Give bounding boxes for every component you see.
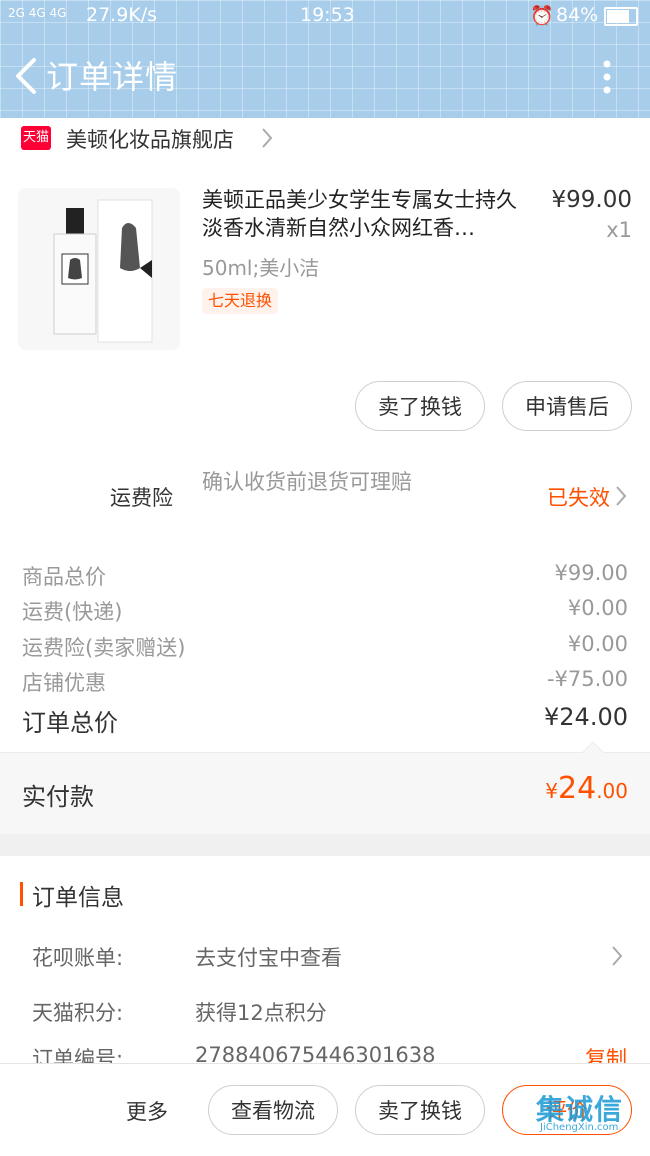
- product-price: ¥99.00: [551, 187, 632, 213]
- price-row-value: ¥0.00: [567, 632, 628, 656]
- section-accent-bar: [20, 882, 23, 906]
- battery-level: 84%: [556, 4, 599, 26]
- shop-row[interactable]: 天猫 美顿化妆品旗舰店: [0, 118, 650, 158]
- paid-decimal: .00: [596, 779, 628, 803]
- bottom-action-bar: 更多 查看物流 卖了换钱 评价 集诚信 JiChengXin.com: [0, 1063, 650, 1156]
- price-row-label: 运费险(卖家赠送): [22, 636, 186, 660]
- price-row-value: ¥99.00: [554, 561, 628, 585]
- price-row-label: 店铺优惠: [22, 671, 106, 695]
- after-sale-button[interactable]: 申请售后: [502, 381, 632, 431]
- chevron-right-icon: [616, 486, 627, 506]
- paid-amount: ¥24.00: [545, 771, 628, 806]
- perfume-bottle-image: [18, 188, 180, 350]
- more-menu-icon[interactable]: [600, 58, 614, 98]
- network-indicator: 2G 4G 4G: [8, 6, 67, 20]
- product-image[interactable]: [18, 188, 180, 350]
- sell-for-cash-button[interactable]: 卖了换钱: [355, 381, 485, 431]
- product-title[interactable]: 美顿正品美少女学生专属女士持久淡香水清新自然小众网红香…: [202, 186, 537, 242]
- header-bar: 2G 4G 4G 27.9K/s 19:53 ⏰ 84% 订单详情: [0, 0, 650, 118]
- price-row-label: 运费(快递): [22, 600, 123, 624]
- section-spacer: [0, 834, 650, 856]
- tmall-badge-icon: 天猫: [21, 126, 51, 150]
- insurance-status: 已失效: [547, 486, 610, 510]
- sell-for-cash-button-bottom[interactable]: 卖了换钱: [355, 1085, 485, 1135]
- product-sku: 50ml;美小洁: [202, 256, 320, 280]
- shipping-insurance-row[interactable]: 运费险 确认收货前退货可理赔 已失效: [0, 462, 650, 532]
- page-title: 订单详情: [46, 58, 179, 96]
- order-info-heading: 订单信息: [32, 885, 124, 911]
- chevron-right-icon[interactable]: [610, 944, 624, 968]
- paid-integer: 24: [558, 771, 597, 806]
- watermark-logo: 集诚信 JiChengXin.com: [536, 1086, 648, 1133]
- price-row-value: -¥75.00: [546, 667, 628, 691]
- status-bar: 2G 4G 4G 27.9K/s 19:53 ⏰ 84%: [0, 0, 650, 32]
- price-row-label: 商品总价: [22, 565, 106, 589]
- caret-up-icon: [581, 741, 605, 754]
- points-value: 获得12点积分: [195, 1001, 327, 1025]
- paid-amount-section: 实付款 ¥24.00: [0, 741, 650, 835]
- order-total-label: 订单总价: [22, 709, 118, 737]
- return-policy-badge: 七天退换: [202, 288, 279, 314]
- shop-name: 美顿化妆品旗舰店: [66, 128, 234, 152]
- huabei-link[interactable]: 去支付宝中查看: [195, 942, 342, 972]
- view-logistics-button[interactable]: 查看物流: [208, 1085, 338, 1135]
- insurance-label: 运费险: [110, 486, 173, 510]
- battery-icon: [604, 7, 638, 26]
- price-row-value: ¥0.00: [567, 596, 628, 620]
- paid-currency: ¥: [545, 779, 558, 803]
- insurance-description: 确认收货前退货可理赔: [202, 470, 412, 494]
- watermark-subtext: JiChengXin.com: [540, 1122, 619, 1133]
- chevron-right-icon: [262, 128, 273, 148]
- info-label: 天猫积分:: [32, 1001, 124, 1025]
- clock: 19:53: [300, 4, 355, 26]
- order-total-value: ¥24.00: [544, 703, 628, 731]
- back-arrow-icon[interactable]: [12, 56, 42, 96]
- alarm-icon: ⏰: [530, 5, 554, 27]
- more-button[interactable]: 更多: [126, 1096, 168, 1126]
- network-speed: 27.9K/s: [86, 4, 158, 26]
- product-quantity: x1: [606, 218, 632, 242]
- paid-label: 实付款: [22, 783, 94, 811]
- info-label: 花呗账单:: [32, 946, 124, 970]
